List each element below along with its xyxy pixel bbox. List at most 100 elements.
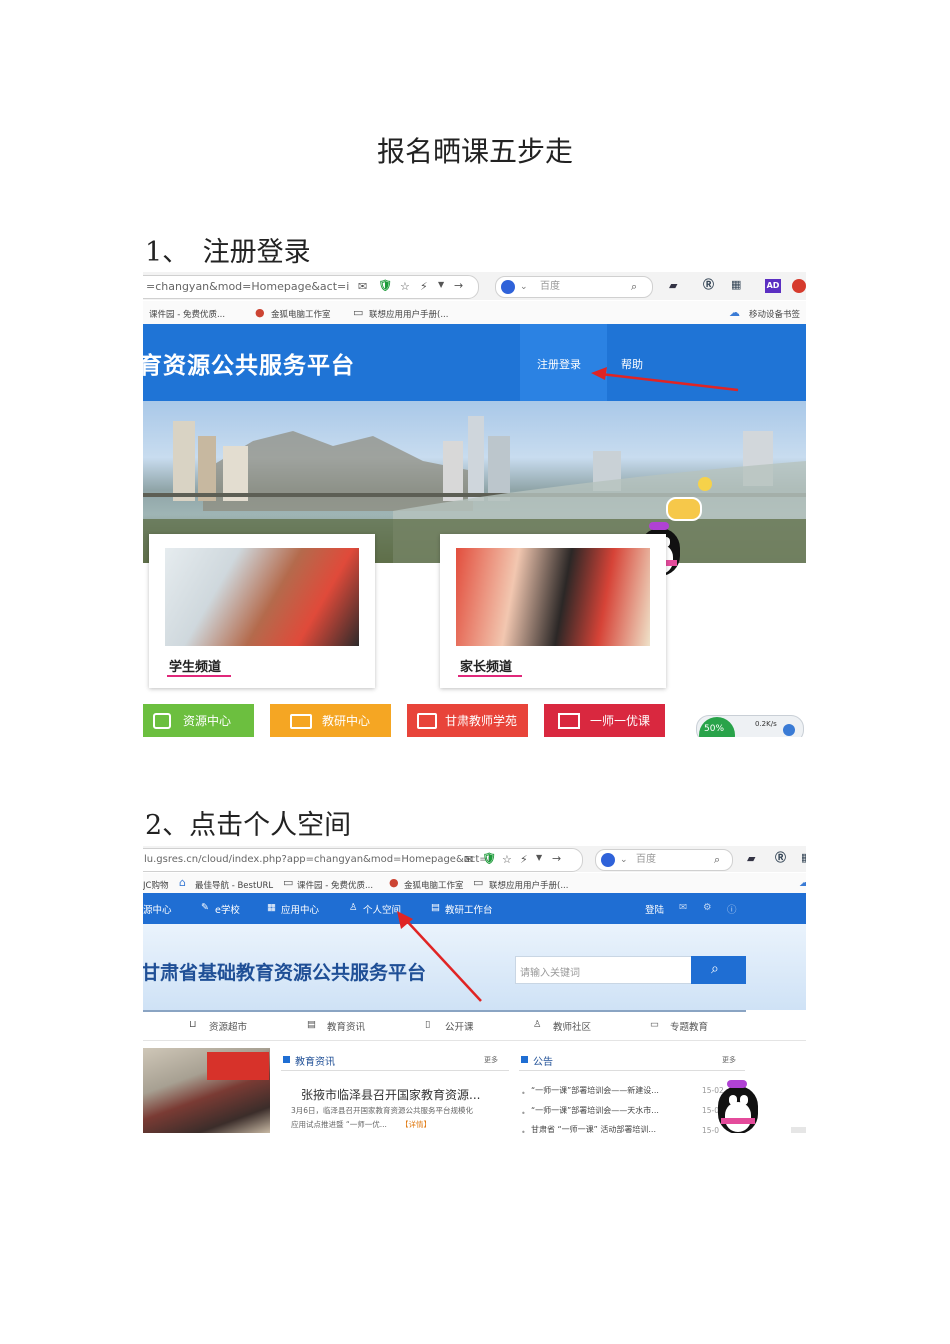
- mail-icon[interactable]: ✉: [464, 854, 473, 865]
- address-bar[interactable]: =changyan&mod=Homepage&act=i ✉ 🛡 ☆ ⚡ ▼ →: [143, 275, 479, 299]
- parent-photo: [456, 548, 650, 646]
- star-icon[interactable]: ☆: [502, 854, 512, 865]
- site-title: 甘肃省基础教育资源公共服务平台: [143, 962, 427, 984]
- dropdown-icon[interactable]: ▼: [438, 281, 444, 289]
- news-summary: 应用试点推进暨 “一师一优...: [291, 1120, 387, 1129]
- step-1-heading: 1、 注册登录: [145, 237, 311, 268]
- chevron-down-icon[interactable]: ⌄: [520, 277, 528, 297]
- apps-icon: ▦: [267, 902, 276, 913]
- shield-icon[interactable]: 🛡: [378, 280, 392, 291]
- login-link[interactable]: 登陆: [645, 902, 664, 916]
- tile-research-center[interactable]: 教研中心: [270, 704, 391, 737]
- blackboard-icon: [558, 713, 580, 729]
- baidu-paw-icon: [501, 280, 515, 294]
- grid-icon[interactable]: ▦: [731, 279, 741, 290]
- news-photo: [143, 1048, 270, 1133]
- shield-icon[interactable]: 🛡: [482, 853, 496, 864]
- news-heading: 教育资讯: [295, 1057, 335, 1068]
- bookmark-item[interactable]: 联想应用用户手册(...: [489, 879, 568, 891]
- mail-icon[interactable]: ✉: [358, 281, 367, 292]
- search-bar[interactable]: ⌄ 百度 ⌕: [595, 849, 733, 871]
- people-icon: ♙: [533, 1019, 542, 1030]
- dropdown-icon[interactable]: ▼: [536, 854, 542, 862]
- bookmark-item[interactable]: 课件园 - 免费优质...: [149, 308, 225, 320]
- bookmark-item[interactable]: 移动设备书签: [749, 308, 800, 320]
- notice-item[interactable]: “一师一课”部署培训会——天水市...: [531, 1105, 659, 1116]
- subnav-resource-market[interactable]: 资源超市: [209, 1019, 247, 1033]
- cart-icon[interactable]: ▰: [669, 280, 677, 291]
- go-arrow-icon[interactable]: →: [552, 853, 561, 864]
- subnav-teacher-community[interactable]: 教师社区: [553, 1019, 591, 1033]
- list-bullet: •: [521, 1089, 526, 1098]
- parent-channel-card[interactable]: 家长频道: [440, 534, 666, 688]
- tile-label: 教研中心: [322, 714, 371, 728]
- speed-rate: 0.2K/s: [755, 720, 777, 728]
- keyword-search-placeholder: 请输入关键词: [520, 968, 580, 979]
- speech-bubble-icon: [666, 497, 702, 521]
- news-detail-link[interactable]: 【详情】: [401, 1119, 431, 1130]
- lightning-icon[interactable]: ⚡: [420, 281, 428, 292]
- baidu-paw-icon: [601, 853, 615, 867]
- search-icon: ⌕: [711, 961, 719, 977]
- news-headline[interactable]: 张掖市临泽县召开国家教育资源...: [301, 1086, 480, 1103]
- search-icon[interactable]: ⌕: [714, 854, 720, 865]
- adblock-icon[interactable]: AD: [765, 279, 781, 293]
- search-engine-label: 百度: [540, 281, 560, 292]
- nav-resource-center[interactable]: 源中心: [143, 902, 172, 916]
- go-arrow-icon[interactable]: →: [454, 280, 463, 291]
- search-icon[interactable]: ⌕: [631, 281, 637, 292]
- notice-more-link[interactable]: 更多: [722, 1055, 736, 1065]
- scroll-thumb[interactable]: [791, 1127, 806, 1133]
- subnav-education-news[interactable]: 教育资讯: [327, 1019, 365, 1033]
- cloud-icon: ☁: [799, 876, 806, 889]
- bookmark-item[interactable]: 金狐电脑工作室: [404, 879, 464, 891]
- account-icon[interactable]: Ⓡ: [703, 279, 714, 290]
- account-icon[interactable]: Ⓡ: [775, 852, 786, 863]
- academy-icon: [417, 713, 437, 729]
- student-channel-card[interactable]: 学生频道: [149, 534, 375, 688]
- cart-icon[interactable]: ▰: [747, 853, 755, 864]
- notice-item[interactable]: 甘肃省 “一师一课” 活动部署培训...: [531, 1124, 656, 1133]
- nav-e-school[interactable]: e学校: [215, 902, 240, 916]
- notice-item[interactable]: “一师一课”部署培训会——新建设...: [531, 1085, 659, 1096]
- help-icon[interactable]: ⓘ: [727, 902, 737, 916]
- bookmark-item[interactable]: 最佳导航 - BestURL: [195, 879, 273, 891]
- star-icon[interactable]: ☆: [400, 281, 410, 292]
- chevron-down-icon[interactable]: ⌄: [620, 850, 628, 870]
- fox-icon: ●: [389, 876, 399, 889]
- gear-icon[interactable]: ⚙: [703, 902, 712, 913]
- tile-one-teacher-course[interactable]: 一师一优课: [544, 704, 665, 737]
- annotation-arrow: [397, 911, 482, 1002]
- document-title: 报名晒课五步走: [376, 135, 573, 168]
- news-summary: 3月6日，临泽县召开国家教育资源公共服务平台规模化: [291, 1106, 474, 1115]
- lightning-icon[interactable]: ⚡: [520, 854, 528, 865]
- subnav-open-class[interactable]: 公开课: [445, 1019, 474, 1033]
- network-speed-widget[interactable]: 50% 0.2K/s: [696, 715, 804, 737]
- tile-teacher-academy[interactable]: 甘肃教师学苑: [407, 704, 528, 737]
- underline: [167, 675, 231, 677]
- keyword-search-input[interactable]: 请输入关键词: [515, 956, 692, 984]
- bookmark-item[interactable]: JC购物: [143, 879, 168, 891]
- nav-register-login-label: 注册登录: [537, 358, 581, 371]
- nav-app-center[interactable]: 应用中心: [281, 902, 319, 916]
- book-icon: ▯: [425, 1019, 431, 1030]
- keyword-search-button[interactable]: ⌕: [691, 956, 746, 984]
- resource-icon: [153, 713, 171, 729]
- home-icon: ⌂: [179, 876, 186, 889]
- tile-resource-center[interactable]: 资源中心: [143, 704, 254, 737]
- abp-icon[interactable]: [792, 279, 806, 293]
- bookmark-item[interactable]: 金狐电脑工作室: [271, 308, 331, 320]
- mail-icon[interactable]: ✉: [679, 902, 687, 913]
- address-bar[interactable]: lu.gsres.cn/cloud/index.php?app=changyan…: [143, 848, 583, 872]
- grid-icon[interactable]: ▦: [801, 852, 806, 863]
- subnav-special-education[interactable]: 专题教育: [670, 1019, 708, 1033]
- plus-icon[interactable]: [783, 724, 795, 736]
- bookmark-item[interactable]: 联想应用用户手册(...: [369, 308, 448, 320]
- divider: [281, 1070, 509, 1071]
- news-more-link[interactable]: 更多: [484, 1055, 498, 1065]
- search-bar[interactable]: ⌄ 百度 ⌕: [495, 276, 653, 298]
- document-icon: ▤: [307, 1019, 316, 1030]
- step-2-heading: 2、点击个人空间: [145, 810, 352, 841]
- bookmark-item[interactable]: 课件园 - 免费优质...: [297, 879, 373, 891]
- user-icon: ♙: [349, 902, 358, 913]
